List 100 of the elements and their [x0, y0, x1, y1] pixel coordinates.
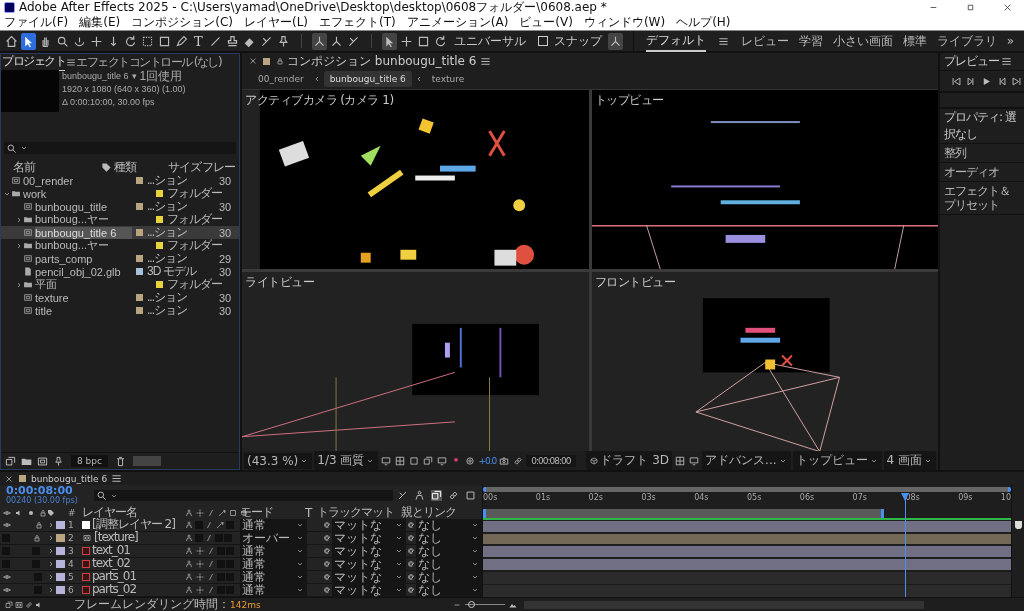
branch-icon[interactable] [346, 34, 360, 48]
track-matte-dropdown[interactable]: マットな [332, 519, 406, 531]
label-swatch[interactable] [156, 281, 163, 288]
layer-name[interactable]: [texture] [94, 531, 138, 543]
menu-icon[interactable] [717, 35, 729, 47]
more-button[interactable]: » [1006, 33, 1014, 49]
chevron-icon[interactable] [15, 280, 23, 289]
home-icon[interactable] [5, 34, 18, 48]
label-swatch[interactable] [136, 307, 143, 314]
search-icon[interactable] [56, 34, 69, 48]
lock-icon[interactable] [33, 534, 41, 542]
current-time[interactable]: 0:00:08:00 [6, 485, 92, 496]
menu-item[interactable]: ビュー(V) [519, 14, 573, 31]
pen-icon[interactable] [175, 34, 188, 48]
menu-item[interactable]: ウィンドウ(W) [583, 14, 666, 31]
skip-forward-icon[interactable] [1011, 75, 1022, 87]
snap-checkbox[interactable] [537, 36, 548, 46]
menu-item[interactable]: ヘルプ(H) [676, 14, 731, 31]
menu-item[interactable]: レイヤー(L) [243, 14, 309, 31]
frame-icon[interactable] [37, 455, 48, 467]
wand-icon[interactable] [216, 521, 224, 529]
rotate-icon[interactable] [124, 34, 137, 48]
layer-bar[interactable] [483, 546, 1011, 558]
column-header[interactable]: 名前 [1, 158, 99, 176]
layer-name[interactable]: text_02 [92, 557, 130, 569]
layer-name[interactable]: text_01 [92, 544, 130, 556]
mode-dropdown[interactable]: 通常 [240, 545, 307, 557]
label-swatch[interactable] [156, 242, 163, 249]
project-row[interactable]: bunboug...ヤー フォルダー [1, 239, 239, 252]
menu-icon[interactable] [480, 55, 492, 67]
close-icon[interactable] [5, 474, 13, 483]
timeline-tab[interactable]: bunbougu_title 6 [31, 473, 108, 484]
search-field[interactable] [94, 490, 393, 501]
label-swatch[interactable] [136, 268, 143, 275]
close-icon[interactable] [1003, 3, 1012, 12]
dotted-square-icon[interactable] [141, 34, 154, 48]
panel-section[interactable]: 整列 [940, 144, 1024, 163]
menu-item[interactable]: アニメーション(A) [406, 14, 509, 31]
label-swatch[interactable] [56, 586, 65, 594]
step-forward-icon[interactable] [996, 75, 1007, 87]
column-header[interactable]: 種類 [114, 158, 168, 176]
step-back-icon[interactable] [966, 75, 977, 87]
track-matte-dropdown[interactable]: マットな [332, 558, 406, 570]
monitor-icon[interactable] [437, 455, 448, 466]
mode-dropdown[interactable]: 通常 [240, 519, 307, 531]
lock-icon[interactable] [276, 57, 284, 65]
pin-icon[interactable] [53, 455, 64, 467]
menu-item[interactable]: コンポジション(C) [131, 14, 233, 31]
chevron-icon[interactable] [15, 241, 23, 250]
camera-icon[interactable] [499, 455, 510, 466]
project-row[interactable]: bunbougu_title 6 ...ション 30 [1, 226, 239, 239]
time-field[interactable]: 0:00:08:00 [526, 454, 576, 467]
text-tool[interactable]: T [191, 33, 206, 49]
menu-icon[interactable] [66, 56, 76, 68]
stacked-squares-icon[interactable] [423, 455, 434, 466]
exposure-value[interactable]: +0.0 [478, 455, 497, 466]
branch-icon[interactable] [397, 490, 408, 501]
project-row[interactable]: pencil_obj_02.glb 3D モデル 30 [1, 265, 239, 278]
plus-icon[interactable] [90, 34, 103, 48]
column-header[interactable]: サイズ [168, 158, 202, 176]
work-area-bar[interactable] [483, 508, 885, 518]
mode-dropdown[interactable]: 通常 [240, 558, 307, 570]
track-matte-dropdown[interactable]: マットな [332, 545, 406, 557]
play-icon[interactable] [981, 75, 992, 87]
lock-icon[interactable] [35, 521, 43, 529]
layer-name[interactable]: [調整レイヤー 2] [92, 518, 175, 530]
label-swatch[interactable] [56, 573, 65, 581]
panel-section[interactable]: オーディオ [940, 163, 1024, 182]
project-row[interactable]: bunbougu_title ...ション 30 [1, 200, 239, 213]
track-matte-dropdown[interactable]: マットな [332, 571, 406, 583]
square-icon[interactable] [416, 34, 430, 48]
layout-dropdown[interactable]: 4 画面 [883, 451, 936, 470]
speaker-icon[interactable] [35, 600, 43, 609]
axis-icon[interactable] [608, 34, 622, 48]
bit-depth-button[interactable]: 8 bpc [71, 455, 108, 467]
parent-dropdown[interactable]: なし [416, 532, 482, 544]
mode-dropdown[interactable]: オーバー [240, 532, 307, 544]
parent-dropdown[interactable]: なし [416, 584, 482, 596]
mode-dropdown[interactable]: 通常 [240, 584, 307, 596]
label-swatch[interactable] [136, 229, 143, 236]
breadcrumb[interactable]: 00_render [252, 71, 310, 87]
label-swatch[interactable] [136, 255, 143, 262]
workspace-tab[interactable]: デフォルト [645, 30, 706, 52]
monitor-icon[interactable] [381, 455, 392, 466]
workspace-tab[interactable]: レビュー [740, 31, 789, 51]
workspace-tab[interactable]: 標準 [902, 31, 927, 51]
rotate-icon[interactable] [433, 34, 447, 48]
parent-dropdown[interactable]: なし [416, 571, 482, 583]
label-swatch[interactable] [136, 294, 143, 301]
menu-icon[interactable] [111, 473, 123, 484]
frame-icon[interactable] [15, 600, 23, 609]
skip-back-icon[interactable] [951, 75, 962, 87]
stacked-squares-icon[interactable] [5, 600, 13, 609]
column-header[interactable]: トラックマット [317, 504, 401, 521]
figure-icon[interactable] [414, 490, 425, 501]
maximize-icon[interactable] [966, 3, 975, 12]
snap-label[interactable]: スナップ [553, 32, 602, 50]
ring-icon[interactable] [465, 455, 476, 466]
axis-icon[interactable] [329, 34, 343, 48]
panel-section[interactable]: エフェクト＆プリセット [940, 182, 1024, 215]
